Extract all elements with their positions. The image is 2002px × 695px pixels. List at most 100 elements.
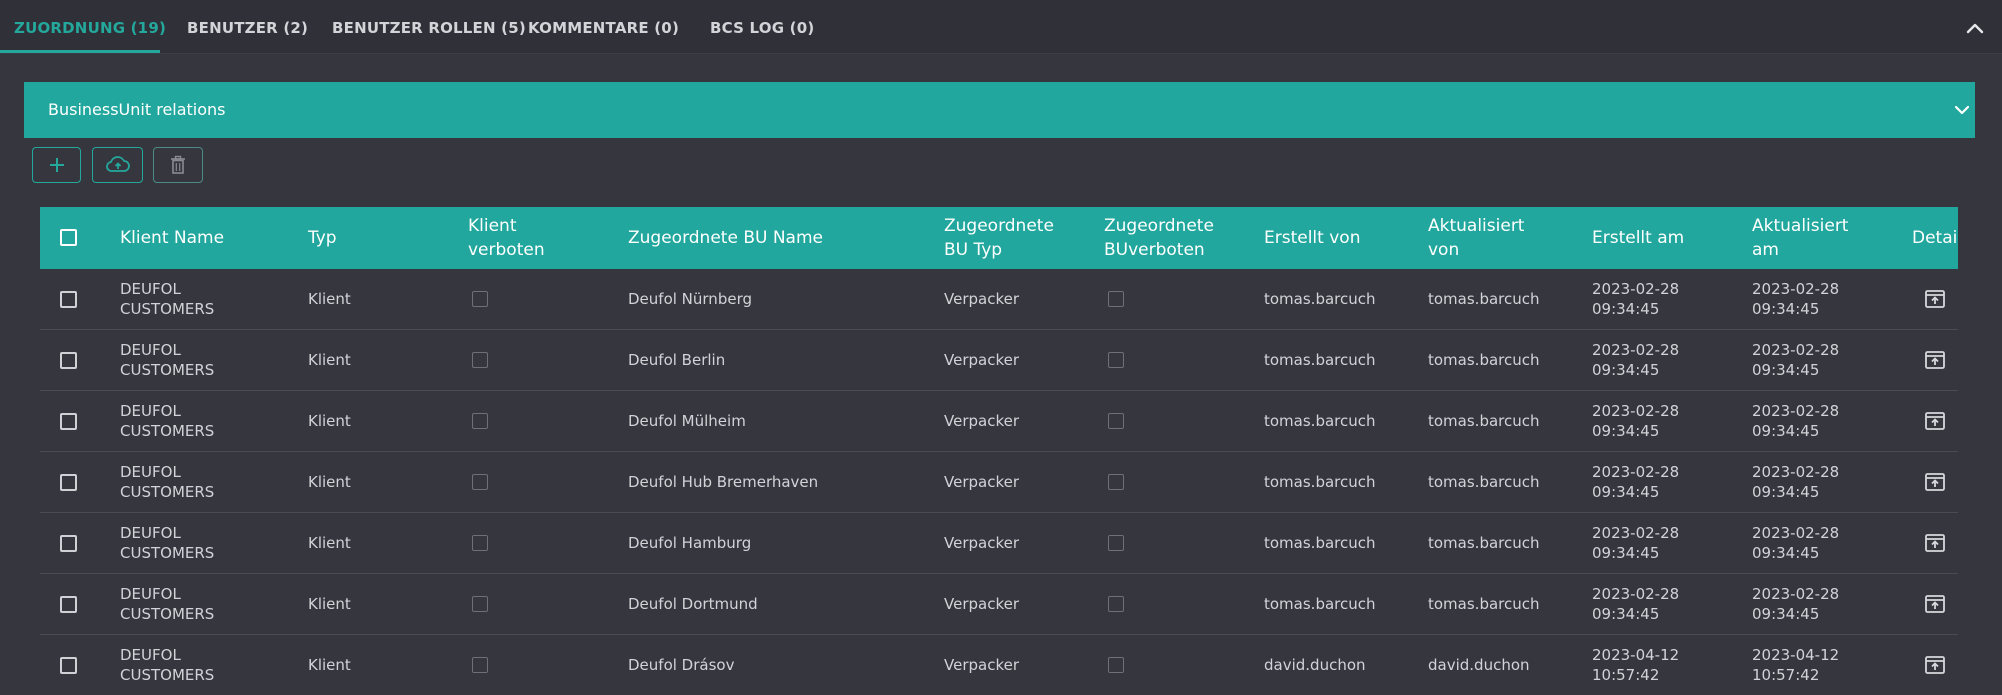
- panel-title: BusinessUnit relations: [48, 100, 226, 119]
- add-button[interactable]: [32, 147, 81, 183]
- cell-aktualisiert-von: tomas.barcuch: [1428, 595, 1540, 613]
- panel-header[interactable]: BusinessUnit relations: [24, 82, 1975, 138]
- bu-verboten-checkbox[interactable]: [1108, 291, 1124, 307]
- klient-verboten-checkbox[interactable]: [472, 352, 488, 368]
- open-detail-icon[interactable]: [1924, 349, 1946, 371]
- cell-erstellt-von: tomas.barcuch: [1264, 473, 1376, 491]
- bu-verboten-checkbox[interactable]: [1108, 352, 1124, 368]
- table-row[interactable]: Deufol Customers Klient Deufol Berlin Verpa…: [40, 330, 1958, 391]
- active-tab-indicator: [0, 50, 160, 53]
- row-select-checkbox[interactable]: [60, 657, 77, 674]
- bu-verboten-checkbox[interactable]: [1108, 535, 1124, 551]
- cell-typ: Klient: [308, 595, 351, 613]
- cell-erstellt-am: 2023-02-28 09:34:45: [1592, 341, 1680, 379]
- cell-klient-name: Deufol Customers: [120, 280, 215, 318]
- bu-verboten-checkbox[interactable]: [1108, 474, 1124, 490]
- table-row[interactable]: Deufol Customers Klient Deufol Drásov Verpa…: [40, 635, 1958, 695]
- cloud-upload-icon: [105, 156, 130, 172]
- table-header: Klient Name Typ Klient verboten Zugeordnete…: [40, 207, 1958, 269]
- row-select-checkbox[interactable]: [60, 291, 77, 308]
- cell-typ: Klient: [308, 473, 351, 491]
- klient-verboten-checkbox[interactable]: [472, 535, 488, 551]
- bu-verboten-checkbox[interactable]: [1108, 657, 1124, 673]
- cell-erstellt-am: 2023-02-28 09:34:45: [1592, 524, 1680, 562]
- select-all-checkbox[interactable]: [60, 229, 77, 246]
- col-klient-name-header[interactable]: Klient Name: [120, 207, 224, 269]
- cell-erstellt-von: tomas.barcuch: [1264, 290, 1376, 308]
- cell-klient-name: Deufol Customers: [120, 463, 215, 501]
- col-aktualisiert-von-header[interactable]: Aktualisiert von: [1428, 207, 1524, 269]
- row-select-checkbox[interactable]: [60, 474, 77, 491]
- cell-bu-typ: Verpacker: [944, 595, 1019, 613]
- klient-verboten-checkbox[interactable]: [472, 474, 488, 490]
- cell-klient-name: Deufol Customers: [120, 402, 215, 440]
- table-row[interactable]: Deufol Customers Klient Deufol Nürnberg Ver…: [40, 269, 1958, 330]
- col-bu-name-header[interactable]: Zugeordnete BU Name: [628, 207, 823, 269]
- tab-kommentare[interactable]: KOMMENTARE (0): [528, 0, 679, 54]
- open-detail-icon[interactable]: [1924, 593, 1946, 615]
- row-select-checkbox[interactable]: [60, 535, 77, 552]
- open-detail-icon[interactable]: [1924, 410, 1946, 432]
- cell-bu-typ: Verpacker: [944, 473, 1019, 491]
- tab-benutzer[interactable]: BENUTZER (2): [187, 0, 308, 54]
- row-select-checkbox[interactable]: [60, 352, 77, 369]
- table-row[interactable]: Deufol Customers Klient Deufol Dortmund Ver…: [40, 574, 1958, 635]
- cell-aktualisiert-am: 2023-04-12 10:57:42: [1752, 646, 1840, 684]
- col-erstellt-von-header[interactable]: Erstellt von: [1264, 207, 1360, 269]
- cell-klient-name: Deufol Customers: [120, 585, 215, 623]
- cell-erstellt-von: tomas.barcuch: [1264, 412, 1376, 430]
- klient-verboten-checkbox[interactable]: [472, 596, 488, 612]
- chevron-up-icon[interactable]: [1963, 16, 1987, 40]
- cell-typ: Klient: [308, 656, 351, 674]
- col-aktualisiert-am-header[interactable]: Aktualisiert am: [1752, 207, 1848, 269]
- col-klient-verboten-header[interactable]: Klient verboten: [468, 207, 545, 269]
- cell-bu-name: Deufol Mülheim: [628, 412, 746, 430]
- tab-benutzer-rollen[interactable]: BENUTZER ROLLEN (5): [332, 0, 526, 54]
- open-detail-icon[interactable]: [1924, 288, 1946, 310]
- cell-bu-typ: Verpacker: [944, 290, 1019, 308]
- bu-verboten-checkbox[interactable]: [1108, 596, 1124, 612]
- klient-verboten-checkbox[interactable]: [472, 413, 488, 429]
- cell-bu-name: Deufol Hamburg: [628, 534, 752, 552]
- delete-button[interactable]: [153, 147, 203, 183]
- table-row[interactable]: Deufol Customers Klient Deufol Hamburg Verp…: [40, 513, 1958, 574]
- col-erstellt-am-header[interactable]: Erstellt am: [1592, 207, 1684, 269]
- tab-bar: ZUORDNUNG (19) BENUTZER (2) BENUTZER ROL…: [0, 0, 2002, 54]
- cell-aktualisiert-am: 2023-02-28 09:34:45: [1752, 341, 1840, 379]
- row-select-checkbox[interactable]: [60, 413, 77, 430]
- cell-bu-typ: Verpacker: [944, 534, 1019, 552]
- klient-verboten-checkbox[interactable]: [472, 657, 488, 673]
- cell-aktualisiert-am: 2023-02-28 09:34:45: [1752, 402, 1840, 440]
- tab-bcs-log[interactable]: BCS LOG (0): [710, 0, 814, 54]
- cell-erstellt-am: 2023-02-28 09:34:45: [1592, 402, 1680, 440]
- row-select-checkbox[interactable]: [60, 596, 77, 613]
- col-bu-verboten-header[interactable]: Zugeordnete BUverboten: [1104, 207, 1214, 269]
- table-row[interactable]: Deufol Customers Klient Deufol Hub Bremerh…: [40, 452, 1958, 513]
- cell-klient-name: Deufol Customers: [120, 341, 215, 379]
- upload-button[interactable]: [92, 147, 143, 183]
- cell-aktualisiert-am: 2023-02-28 09:34:45: [1752, 524, 1840, 562]
- cell-bu-name: Deufol Hub Bremerhaven: [628, 473, 819, 491]
- cell-erstellt-am: 2023-04-12 10:57:42: [1592, 646, 1680, 684]
- cell-erstellt-am: 2023-02-28 09:34:45: [1592, 463, 1680, 501]
- cell-aktualisiert-am: 2023-02-28 09:34:45: [1752, 585, 1840, 623]
- open-detail-icon[interactable]: [1924, 532, 1946, 554]
- cell-erstellt-von: tomas.barcuch: [1264, 595, 1376, 613]
- col-typ-header[interactable]: Typ: [308, 207, 337, 269]
- klient-verboten-checkbox[interactable]: [472, 291, 488, 307]
- tab-zuordnung[interactable]: ZUORDNUNG (19): [14, 0, 166, 54]
- cell-erstellt-von: tomas.barcuch: [1264, 534, 1376, 552]
- open-detail-icon[interactable]: [1924, 471, 1946, 493]
- cell-aktualisiert-von: tomas.barcuch: [1428, 473, 1540, 491]
- open-detail-icon[interactable]: [1924, 654, 1946, 676]
- cell-aktualisiert-von: tomas.barcuch: [1428, 534, 1540, 552]
- cell-klient-name: Deufol Customers: [120, 524, 215, 562]
- cell-erstellt-am: 2023-02-28 09:34:45: [1592, 280, 1680, 318]
- bu-verboten-checkbox[interactable]: [1108, 413, 1124, 429]
- cell-aktualisiert-von: david.duchon: [1428, 656, 1530, 674]
- col-bu-typ-header[interactable]: Zugeordnete BU Typ: [944, 207, 1054, 269]
- table-row[interactable]: Deufol Customers Klient Deufol Mülheim Verp…: [40, 391, 1958, 452]
- chevron-down-icon[interactable]: [1950, 98, 1974, 122]
- relations-table: Klient Name Typ Klient verboten Zugeordnete…: [40, 207, 1958, 695]
- col-detail-header[interactable]: Detail: [1912, 207, 1958, 269]
